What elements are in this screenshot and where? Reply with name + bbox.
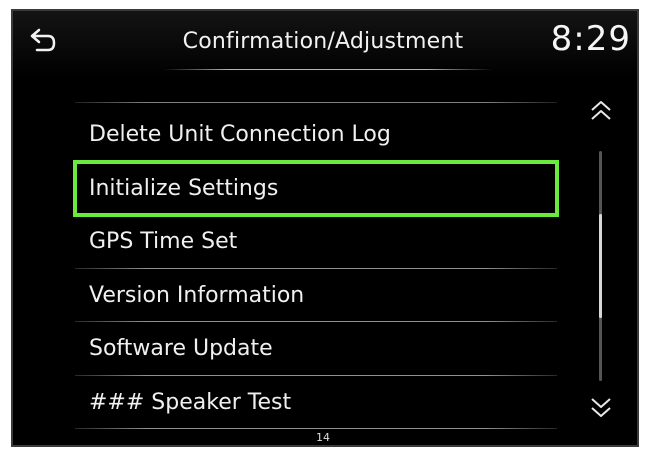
menu-item-speaker-test[interactable]: ### Speaker Test xyxy=(75,376,557,430)
menu-item-gps-time-set[interactable]: GPS Time Set xyxy=(75,215,557,269)
scrollbar-track[interactable] xyxy=(599,151,602,381)
scrollbar-thumb[interactable] xyxy=(599,214,602,318)
menu-item-delete-unit-connection-log[interactable]: Delete Unit Connection Log xyxy=(75,108,557,162)
clock: 8:29 xyxy=(550,19,631,59)
menu-item-label: ### Speaker Test xyxy=(89,389,292,415)
menu-item-software-update[interactable]: Software Update xyxy=(75,322,557,376)
back-button[interactable] xyxy=(21,23,65,63)
menu-item-version-information[interactable]: Version Information xyxy=(75,269,557,323)
scroll-up-button[interactable] xyxy=(581,93,621,133)
menu-item-label: Version Information xyxy=(89,282,305,308)
scroll-down-button[interactable] xyxy=(581,389,621,429)
menu-item-label: Delete Unit Connection Log xyxy=(89,122,391,148)
page-title: Confirmation/Adjustment xyxy=(182,29,464,54)
page-number: 14 xyxy=(316,431,330,444)
menu-divider xyxy=(75,102,557,103)
settings-menu: Delete Unit Connection Log Initialize Se… xyxy=(73,108,559,430)
menu-item-initialize-settings[interactable]: Initialize Settings xyxy=(73,159,559,217)
screen-frame: Confirmation/Adjustment 8:29 Delete Unit… xyxy=(11,9,639,447)
menu-item-label: GPS Time Set xyxy=(89,229,238,255)
back-arrow-icon xyxy=(28,26,58,60)
header-bar: Confirmation/Adjustment 8:29 xyxy=(13,11,637,77)
title-underline xyxy=(163,69,493,70)
menu-item-label: Software Update xyxy=(89,336,273,362)
chevron-double-up-icon xyxy=(587,97,615,129)
chevron-double-down-icon xyxy=(587,393,615,425)
menu-item-label: Initialize Settings xyxy=(89,175,279,201)
